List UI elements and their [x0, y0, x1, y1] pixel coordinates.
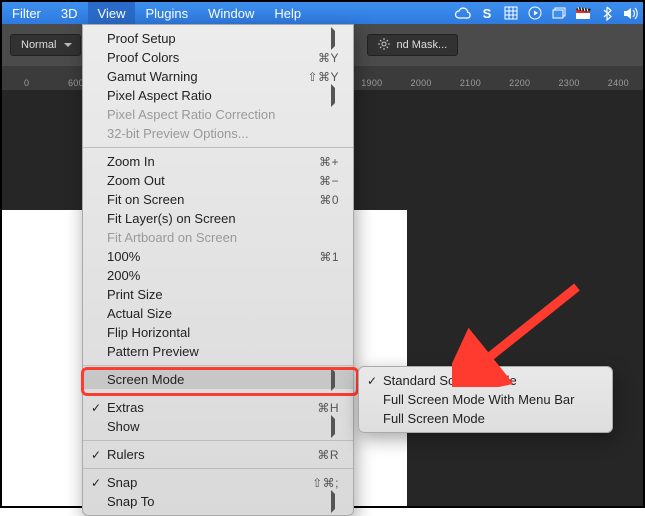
- menu-item-label: 32-bit Preview Options...: [107, 126, 339, 141]
- menubar-item-window[interactable]: Window: [198, 2, 264, 24]
- submenu-item-standard-screen-mode[interactable]: ✓ Standard Screen Mode: [359, 371, 612, 390]
- ruler-tick: 2400: [594, 78, 643, 88]
- menu-item-extras[interactable]: ✓ Extras⌘H: [83, 398, 353, 417]
- menu-item-label: Actual Size: [107, 306, 339, 321]
- ruler-tick: 1900: [347, 78, 396, 88]
- menu-item-label: Proof Colors: [107, 50, 318, 65]
- menu-item-fit-on-screen[interactable]: Fit on Screen⌘0: [83, 190, 353, 209]
- letter-s-icon[interactable]: S: [475, 6, 499, 21]
- menu-item-shortcut: ⌘R: [317, 448, 339, 462]
- windows-icon[interactable]: [547, 7, 571, 20]
- chevron-right-icon: [325, 88, 339, 103]
- submenu-item-label: Standard Screen Mode: [383, 373, 517, 388]
- menu-item-label: Pixel Aspect Ratio: [107, 88, 325, 103]
- ruler-tick: 2100: [446, 78, 495, 88]
- menu-item-label: Flip Horizontal: [107, 325, 339, 340]
- menu-item-pattern-preview[interactable]: Pattern Preview: [83, 342, 353, 361]
- menu-item-shortcut: ⌘Y: [318, 51, 339, 65]
- menu-item-snap-to[interactable]: Snap To: [83, 492, 353, 511]
- menu-item-100[interactable]: 100%⌘1: [83, 247, 353, 266]
- cloud-icon[interactable]: [451, 7, 475, 19]
- menu-item-label: Extras: [107, 400, 317, 415]
- checkmark-icon: ✓: [91, 401, 101, 415]
- menu-item-shortcut: ⇧⌘;: [312, 476, 339, 490]
- submenu-item-label: Full Screen Mode: [383, 411, 485, 426]
- menu-item-label: Show: [107, 419, 325, 434]
- menu-item-shortcut: ⌘−: [319, 174, 339, 188]
- ruler-tick: 2200: [495, 78, 544, 88]
- menu-item-pixel-aspect-ratio-correction: Pixel Aspect Ratio Correction: [83, 105, 353, 124]
- ruler-tick: 2300: [544, 78, 593, 88]
- menu-item-shortcut: ⌘0: [319, 193, 339, 207]
- checkmark-icon: ✓: [367, 374, 377, 388]
- select-and-mask-button[interactable]: nd Mask...: [367, 34, 458, 56]
- menu-item-shortcut: ⇧⌘Y: [307, 70, 339, 84]
- menubar-item-view[interactable]: View: [88, 2, 136, 24]
- menu-item-pixel-aspect-ratio[interactable]: Pixel Aspect Ratio: [83, 86, 353, 105]
- menu-item-label: Fit Layer(s) on Screen: [107, 211, 339, 226]
- blend-mode-label: Normal: [21, 39, 56, 51]
- ruler-tick: 2000: [396, 78, 445, 88]
- menu-item-shortcut: ⌘+: [319, 155, 339, 169]
- menu-item-label: Pixel Aspect Ratio Correction: [107, 107, 339, 122]
- menu-item-proof-setup[interactable]: Proof Setup: [83, 29, 353, 48]
- menubar-item-filter[interactable]: Filter: [2, 2, 51, 24]
- menu-item-label: Zoom In: [107, 154, 319, 169]
- menu-item-snap[interactable]: ✓ Snap⇧⌘;: [83, 473, 353, 492]
- menu-item-200[interactable]: 200%: [83, 266, 353, 285]
- menu-item-proof-colors[interactable]: Proof Colors⌘Y: [83, 48, 353, 67]
- chevron-right-icon: [325, 31, 339, 46]
- submenu-item-label: Full Screen Mode With Menu Bar: [383, 392, 574, 407]
- view-menu: Proof SetupProof Colors⌘YGamut Warning⇧⌘…: [82, 24, 354, 516]
- menu-item-rulers[interactable]: ✓ Rulers⌘R: [83, 445, 353, 464]
- volume-icon[interactable]: [619, 7, 643, 20]
- grid-icon[interactable]: [499, 6, 523, 20]
- mac-menubar: Filter 3D View Plugins Window Help S: [2, 2, 643, 24]
- menu-item-zoom-in[interactable]: Zoom In⌘+: [83, 152, 353, 171]
- menu-item-label: Screen Mode: [107, 372, 325, 387]
- gear-icon: [378, 38, 390, 53]
- checkmark-icon: ✓: [91, 448, 101, 462]
- submenu-item-full-screen-mode[interactable]: Full Screen Mode: [359, 409, 612, 428]
- menu-item-label: Fit Artboard on Screen: [107, 230, 339, 245]
- menu-item-label: 200%: [107, 268, 339, 283]
- menu-item-label: Fit on Screen: [107, 192, 319, 207]
- chevron-right-icon: [325, 372, 339, 387]
- chevron-right-icon: [325, 419, 339, 434]
- ruler-tick: 0: [2, 78, 51, 88]
- menu-item-label: Zoom Out: [107, 173, 319, 188]
- mask-button-label: nd Mask...: [396, 39, 447, 51]
- menu-item-label: Snap To: [107, 494, 325, 509]
- menu-item-label: 100%: [107, 249, 319, 264]
- menubar-item-help[interactable]: Help: [264, 2, 311, 24]
- menu-item-fit-layer-s-on-screen[interactable]: Fit Layer(s) on Screen: [83, 209, 353, 228]
- menu-item-label: Proof Setup: [107, 31, 325, 46]
- checkmark-icon: ✓: [91, 476, 101, 490]
- bluetooth-icon[interactable]: [595, 6, 619, 21]
- menu-item-label: Print Size: [107, 287, 339, 302]
- menu-item-actual-size[interactable]: Actual Size: [83, 304, 353, 323]
- menu-item-zoom-out[interactable]: Zoom Out⌘−: [83, 171, 353, 190]
- play-circle-icon[interactable]: [523, 6, 547, 20]
- menu-item-label: Rulers: [107, 447, 317, 462]
- menu-item-label: Snap: [107, 475, 312, 490]
- menubar-item-plugins[interactable]: Plugins: [135, 2, 198, 24]
- chevron-right-icon: [325, 494, 339, 509]
- clapper-icon[interactable]: [571, 6, 595, 20]
- menu-item-shortcut: ⌘1: [319, 250, 339, 264]
- screen-mode-submenu: ✓ Standard Screen Mode Full Screen Mode Wi…: [358, 366, 613, 433]
- blend-mode-dropdown[interactable]: Normal: [10, 34, 81, 56]
- menu-item-32-bit-preview-options: 32-bit Preview Options...: [83, 124, 353, 143]
- menu-item-flip-horizontal[interactable]: Flip Horizontal: [83, 323, 353, 342]
- submenu-item-full-screen-mode-with-menu-bar[interactable]: Full Screen Mode With Menu Bar: [359, 390, 612, 409]
- menubar-item-3d[interactable]: 3D: [51, 2, 88, 24]
- menu-item-print-size[interactable]: Print Size: [83, 285, 353, 304]
- menu-item-show[interactable]: Show: [83, 417, 353, 436]
- menu-item-screen-mode[interactable]: Screen Mode: [83, 370, 353, 389]
- menu-item-gamut-warning[interactable]: Gamut Warning⇧⌘Y: [83, 67, 353, 86]
- menu-item-shortcut: ⌘H: [317, 401, 339, 415]
- menu-item-fit-artboard-on-screen: Fit Artboard on Screen: [83, 228, 353, 247]
- menu-item-label: Pattern Preview: [107, 344, 339, 359]
- menu-item-label: Gamut Warning: [107, 69, 307, 84]
